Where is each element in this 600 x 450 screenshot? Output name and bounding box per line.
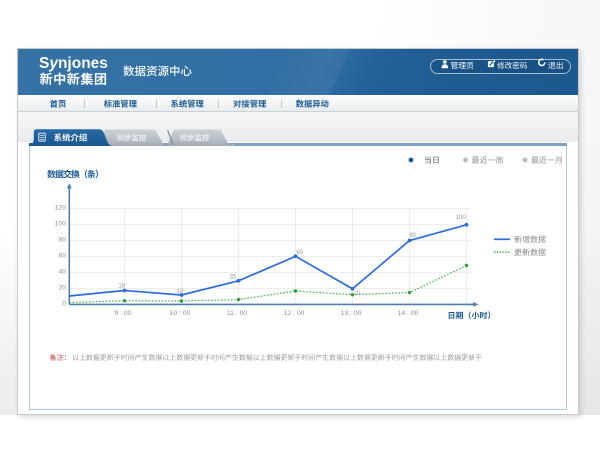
svg-text:10 : 00: 10 : 00: [170, 310, 191, 317]
svg-text:9 : 00: 9 : 00: [114, 310, 131, 317]
svg-text:10: 10: [177, 289, 184, 295]
svg-text:120: 120: [55, 205, 67, 212]
svg-text:14 : 00: 14 : 00: [398, 310, 419, 317]
svg-text:100: 100: [456, 215, 467, 221]
svg-text:60: 60: [296, 250, 303, 256]
svg-text:18: 18: [118, 283, 125, 289]
svg-text:80: 80: [58, 237, 66, 244]
svg-text:40: 40: [58, 268, 66, 275]
svg-text:13 : 00: 13 : 00: [341, 310, 362, 317]
svg-text:100: 100: [55, 221, 67, 228]
svg-text:60: 60: [58, 253, 66, 260]
svg-text:20: 20: [58, 284, 66, 291]
svg-text:0: 0: [62, 300, 66, 307]
svg-text:35: 35: [230, 274, 237, 280]
svg-text:11 : 00: 11 : 00: [227, 310, 248, 317]
svg-text:10: 10: [353, 291, 360, 297]
svg-text:12 : 00: 12 : 00: [284, 310, 305, 317]
svg-text:80: 80: [409, 233, 416, 239]
